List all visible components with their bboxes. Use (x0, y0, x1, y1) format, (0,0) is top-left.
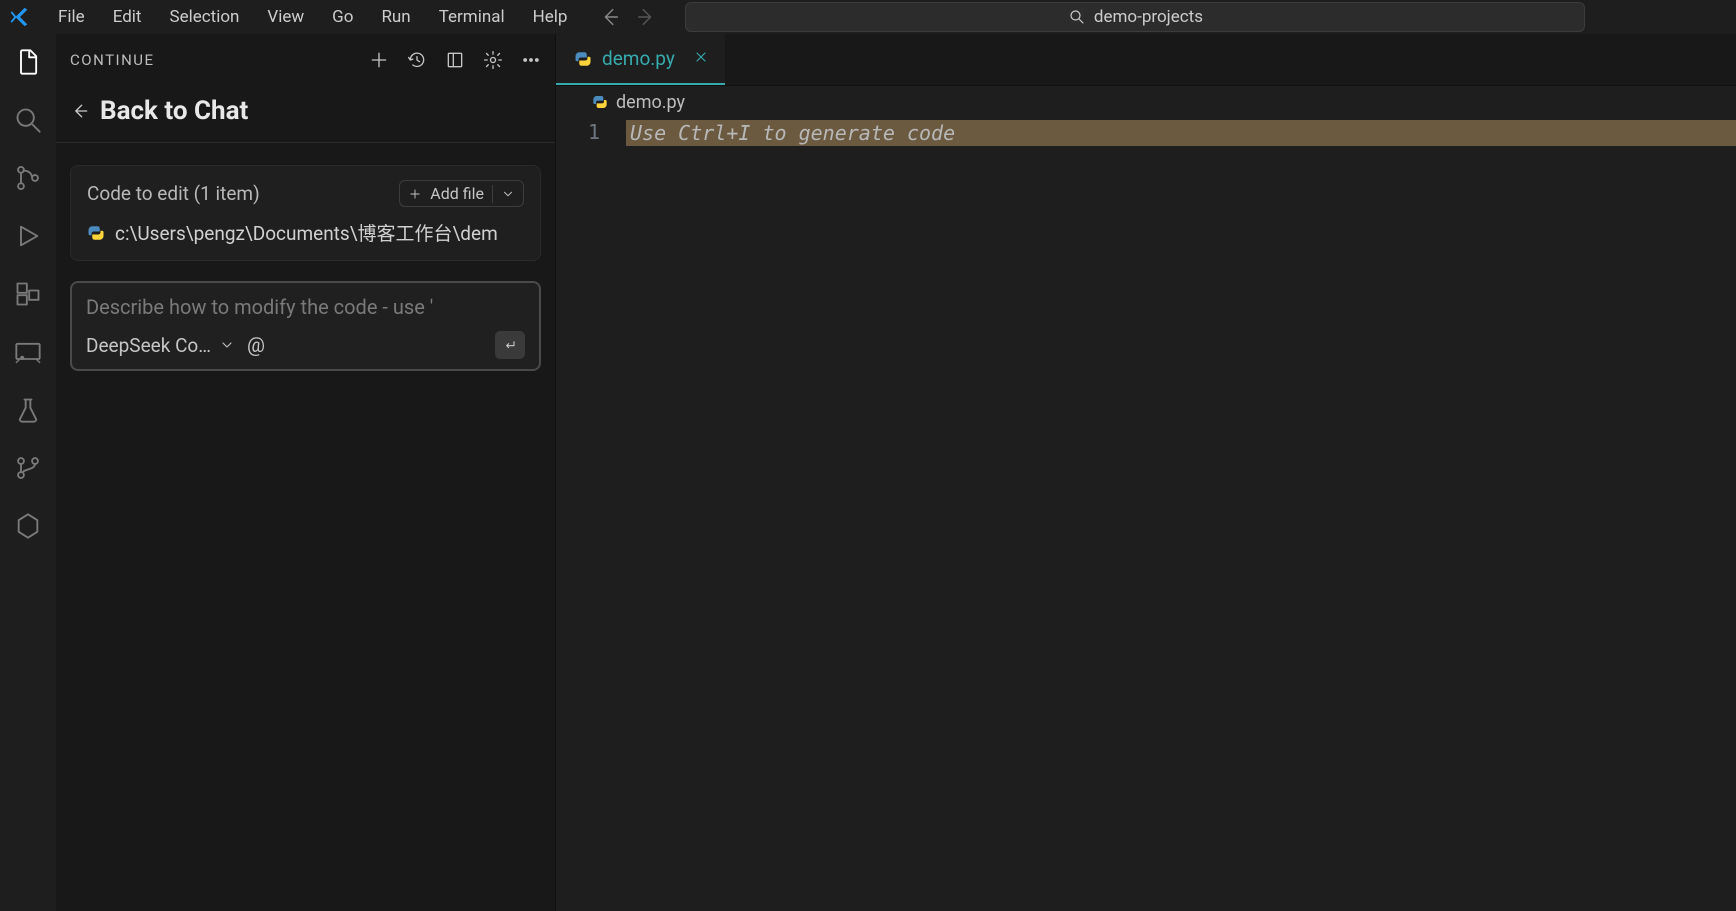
menu-run[interactable]: Run (367, 3, 424, 31)
python-file-icon (574, 50, 592, 68)
breadcrumb-label: demo.py (616, 92, 685, 113)
breadcrumb[interactable]: demo.py (556, 86, 1736, 118)
activity-extensions-icon[interactable] (12, 278, 44, 310)
menu-go[interactable]: Go (318, 3, 367, 31)
layout-icon[interactable] (445, 50, 465, 70)
model-picker[interactable]: DeepSeek Co… (86, 334, 235, 357)
activity-bar (0, 34, 56, 911)
file-path: c:\Users\pengz\Documents\博客工作台\dem (115, 219, 498, 246)
close-tab-icon[interactable] (693, 47, 709, 70)
enter-icon (502, 337, 518, 353)
activity-remote-icon[interactable] (12, 336, 44, 368)
command-center-search[interactable]: demo-projects (685, 2, 1585, 32)
menubar: File Edit Selection View Go Run Terminal… (0, 0, 1736, 34)
new-chat-icon[interactable] (369, 50, 389, 70)
editor-area: demo.py demo.py 1 Use Ctrl+I to generate… (556, 34, 1736, 911)
menu-file[interactable]: File (44, 3, 99, 31)
prompt-input-card: Describe how to modify the code - use ' … (70, 281, 541, 371)
tab-demo-py[interactable]: demo.py (556, 34, 725, 85)
search-icon (1068, 8, 1086, 26)
activity-run-debug-icon[interactable] (12, 220, 44, 252)
python-file-icon (592, 94, 608, 110)
menu-terminal[interactable]: Terminal (425, 3, 519, 31)
chevron-down-icon[interactable] (501, 187, 515, 201)
settings-gear-icon[interactable] (483, 50, 503, 70)
back-to-chat-row[interactable]: Back to Chat (56, 86, 555, 143)
activity-continue-icon[interactable] (12, 510, 44, 542)
activity-explorer-icon[interactable] (12, 46, 44, 78)
more-icon[interactable] (521, 50, 541, 70)
plus-icon (408, 187, 422, 201)
code-lines[interactable]: Use Ctrl+I to generate code (626, 118, 1736, 911)
code-to-edit-title: Code to edit (1 item) (87, 182, 260, 205)
prompt-input[interactable]: Describe how to modify the code - use ' (86, 295, 525, 319)
vscode-logo-icon (6, 3, 34, 31)
sidebar-title: CONTINUE (70, 51, 155, 69)
menu-edit[interactable]: Edit (99, 3, 156, 31)
add-file-button[interactable]: Add file (399, 180, 524, 207)
activity-git-branch-icon[interactable] (12, 452, 44, 484)
nav-back-icon[interactable] (599, 6, 621, 28)
tab-label: demo.py (602, 47, 675, 70)
menu-selection[interactable]: Selection (155, 3, 253, 31)
send-button[interactable] (495, 331, 525, 359)
line-number-gutter: 1 (556, 118, 626, 911)
history-icon[interactable] (407, 50, 427, 70)
tab-bar: demo.py (556, 34, 1736, 86)
menu-view[interactable]: View (253, 3, 318, 31)
nav-forward-icon[interactable] (635, 6, 657, 28)
search-text: demo-projects (1094, 7, 1203, 27)
file-entry[interactable]: c:\Users\pengz\Documents\博客工作台\dem (87, 219, 524, 246)
line-number: 1 (556, 120, 600, 144)
menu-help[interactable]: Help (519, 3, 582, 31)
activity-source-control-icon[interactable] (12, 162, 44, 194)
back-arrow-icon (70, 101, 90, 121)
model-name: DeepSeek Co… (86, 334, 211, 357)
back-to-chat-label: Back to Chat (100, 96, 248, 126)
activity-testing-icon[interactable] (12, 394, 44, 426)
add-file-label: Add file (430, 184, 484, 203)
chevron-down-icon (219, 337, 235, 353)
activity-search-icon[interactable] (12, 104, 44, 136)
at-context-button[interactable]: @ (247, 333, 265, 357)
editor-body[interactable]: 1 Use Ctrl+I to generate code (556, 118, 1736, 911)
divider (492, 185, 493, 203)
code-to-edit-card: Code to edit (1 item) Add file c:\Users\… (70, 165, 541, 261)
sidebar-header: CONTINUE (56, 34, 555, 86)
ghost-text-hint: Use Ctrl+I to generate code (626, 120, 1736, 146)
sidebar-panel: CONTINUE Back to Chat Code to edit (1 it… (56, 34, 556, 911)
python-file-icon (87, 224, 105, 242)
